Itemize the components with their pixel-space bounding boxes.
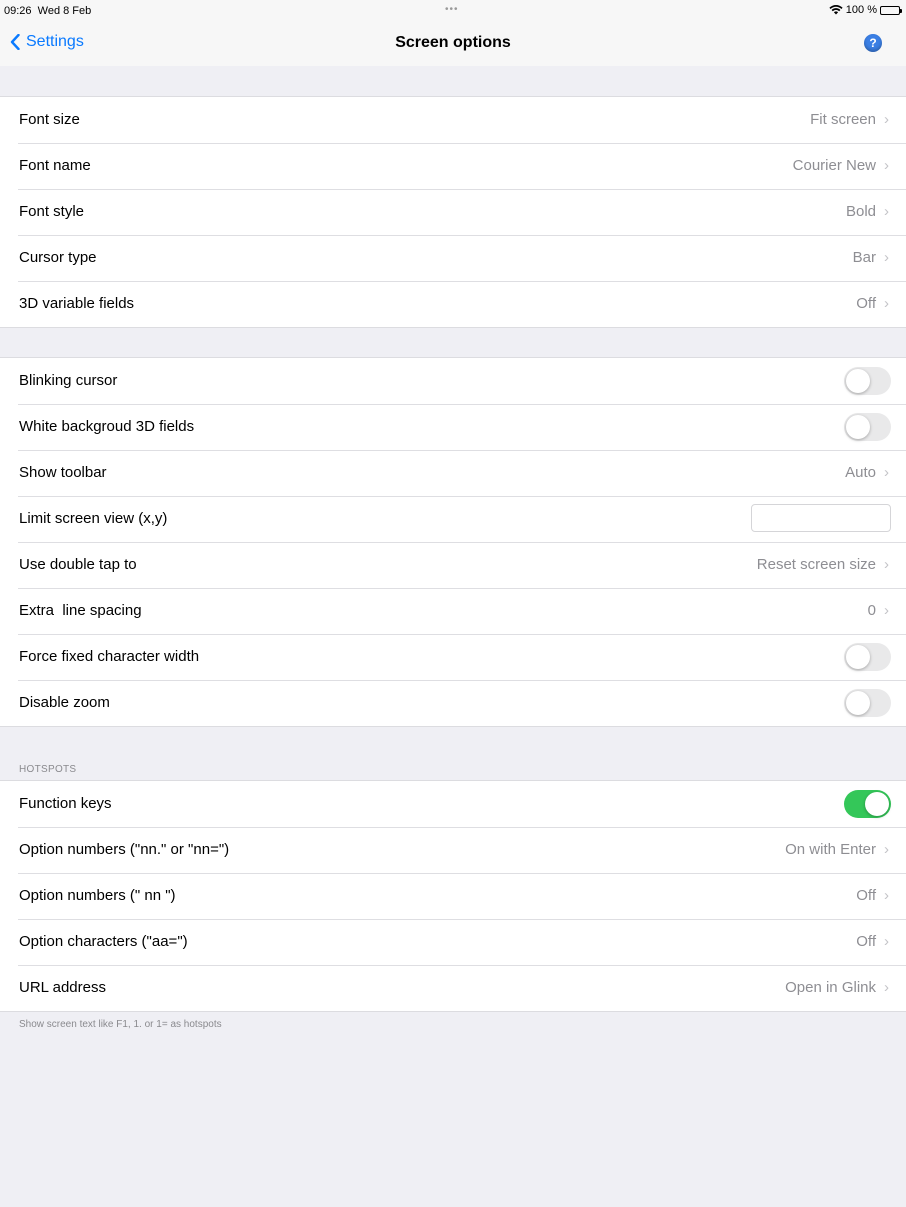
row-value: Off › [856,933,889,950]
toggle-knob [846,645,870,669]
row-label: Option numbers ("nn." or "nn=") [19,841,230,858]
hotspots-footer-note: Show screen text like F1, 1. or 1= as ho… [19,1019,222,1030]
chevron-right-icon: › [884,602,889,619]
fixed-character-width-toggle[interactable] [844,643,891,671]
row-label: Disable zoom [19,694,110,711]
row-value: Off › [856,887,889,904]
row-label: White backgroud 3D fields [19,418,195,435]
function-keys-row: Function keys [0,781,906,827]
navigation-bar: Settings Screen options ? [0,22,906,66]
disable-zoom-row: Disable zoom [0,680,906,726]
row-value: Open in Glink › [785,979,889,996]
chevron-right-icon: › [884,933,889,950]
row-label: Extra line spacing [19,602,142,619]
row-label: Blinking cursor [19,372,118,389]
row-label: Option characters ("aa=") [19,933,188,950]
row-label: URL address [19,979,106,996]
toggle-knob [846,369,870,393]
chevron-right-icon: › [884,203,889,220]
show-toolbar-row[interactable]: Show toolbar Auto › [0,450,906,496]
battery-percent: 100 % [845,4,877,16]
page-title: Screen options [395,34,511,51]
row-label: Cursor type [19,249,97,266]
row-value: Auto › [845,464,889,481]
status-right: 100 % [829,4,902,16]
hotspots-group: Function keys Option numbers ("nn." or "… [0,780,906,1012]
row-value: Reset screen size › [756,556,889,573]
battery-icon [880,5,902,15]
multitasking-dots[interactable]: ••• [445,4,459,15]
limit-screen-view-input[interactable] [751,504,891,532]
hotspots-section-header: HOTSPOTS [19,764,77,775]
toggle-knob [846,415,870,439]
url-address-row[interactable]: URL address Open in Glink › [0,965,906,1011]
row-label: Font name [19,157,91,174]
font-size-row[interactable]: Font size Fit screen › [0,97,906,143]
toggle-knob [865,792,889,816]
cursor-type-row[interactable]: Cursor type Bar › [0,235,906,281]
chevron-right-icon: › [884,111,889,128]
wifi-icon [829,5,843,15]
row-value: Courier New › [792,157,889,174]
status-bar: 09:26 Wed 8 Feb ••• 100 % [0,0,906,22]
chevron-right-icon: › [884,295,889,312]
row-label: 3D variable fields [19,295,135,312]
chevron-right-icon: › [884,157,889,174]
row-label: Force fixed character width [19,648,200,665]
row-value: Bold › [845,203,889,220]
status-time: 09:26 Wed 8 Feb [4,5,92,17]
disable-zoom-toggle[interactable] [844,689,891,717]
chevron-right-icon: › [884,979,889,996]
double-tap-row[interactable]: Use double tap to Reset screen size › [0,542,906,588]
font-name-row[interactable]: Font name Courier New › [0,143,906,189]
row-label: Show toolbar [19,464,107,481]
row-label: Font size [19,111,80,128]
row-label: Option numbers (" nn ") [19,887,176,904]
font-style-row[interactable]: Font style Bold › [0,189,906,235]
row-value: 0 › [867,602,889,619]
help-icon[interactable]: ? [864,34,882,52]
row-label: Use double tap to [19,556,137,573]
display-settings-group: Blinking cursor White backgroud 3D field… [0,357,906,727]
chevron-right-icon: › [884,464,889,481]
chevron-right-icon: › [884,887,889,904]
blinking-cursor-row: Blinking cursor [0,358,906,404]
option-numbers-dot-row[interactable]: Option numbers ("nn." or "nn=") On with … [0,827,906,873]
function-keys-toggle[interactable] [844,790,891,818]
chevron-right-icon: › [884,841,889,858]
white-background-3d-row: White backgroud 3D fields [0,404,906,450]
option-numbers-space-row[interactable]: Option numbers (" nn ") Off › [0,873,906,919]
row-label: Font style [19,203,85,220]
white-background-3d-toggle[interactable] [844,413,891,441]
fixed-character-width-row: Force fixed character width [0,634,906,680]
chevron-right-icon: › [884,249,889,266]
option-characters-row[interactable]: Option characters ("aa=") Off › [0,919,906,965]
3d-variable-fields-row[interactable]: 3D variable fields Off › [0,281,906,327]
row-value: Fit screen › [810,111,889,128]
row-label: Function keys [19,795,112,812]
limit-screen-view-row: Limit screen view (x,y) [0,496,906,542]
row-label: Limit screen view (x,y) [19,510,168,527]
row-value: Bar › [852,249,889,266]
row-value: Off › [856,295,889,312]
blinking-cursor-toggle[interactable] [844,367,891,395]
row-value: On with Enter › [785,841,889,858]
extra-line-spacing-row[interactable]: Extra line spacing 0 › [0,588,906,634]
toggle-knob [846,691,870,715]
font-settings-group: Font size Fit screen › Font name Courier … [0,96,906,328]
chevron-right-icon: › [884,556,889,573]
